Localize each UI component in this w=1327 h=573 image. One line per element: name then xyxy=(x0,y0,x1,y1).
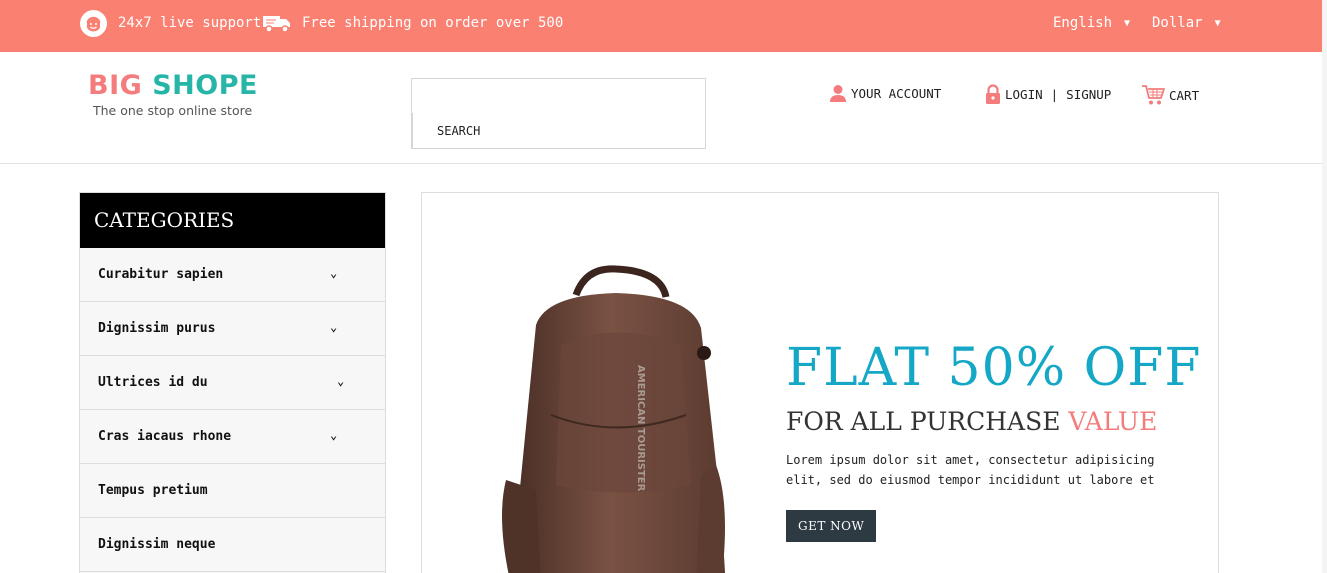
cart-icon xyxy=(1141,84,1165,106)
promo-subline: FOR ALL PURCHASE VALUE xyxy=(786,407,1157,436)
cart-link[interactable]: CART xyxy=(1141,84,1199,106)
link-separator: | xyxy=(1050,86,1059,102)
your-account-link[interactable]: YOUR ACCOUNT xyxy=(829,84,941,102)
search-button[interactable]: SEARCH xyxy=(412,113,502,149)
language-select[interactable]: English ▼ xyxy=(1053,0,1130,46)
site-logo[interactable]: BIG SHOPE The one stop online store xyxy=(88,70,258,118)
subline-highlight: VALUE xyxy=(1068,407,1158,436)
category-item[interactable]: Dignissim neque xyxy=(80,518,385,572)
search-input[interactable] xyxy=(412,79,705,113)
chevron-down-icon[interactable]: ⌄ xyxy=(330,266,337,280)
logo-tagline: The one stop online store xyxy=(93,103,253,118)
category-label: Dignissim purus xyxy=(98,321,216,336)
page-scrollbar[interactable] xyxy=(1322,0,1327,573)
signup-link[interactable]: SIGNUP xyxy=(1066,87,1111,102)
currency-label: Dollar xyxy=(1152,15,1203,31)
promo-banner: AMERICAN TOURISTER FLAT 50% OFF FOR ALL … xyxy=(421,192,1219,573)
get-now-button[interactable]: GET NOW xyxy=(786,510,877,542)
chevron-down-icon[interactable]: ⌄ xyxy=(337,374,344,388)
category-item[interactable]: Dignissim purus ⌄ xyxy=(80,302,385,356)
site-header: BIG SHOPE The one stop online store SEAR… xyxy=(0,52,1322,164)
category-item[interactable]: Cras iacaus rhone ⌄ xyxy=(80,410,385,464)
category-label: Cras iacaus rhone xyxy=(98,429,232,444)
category-label: Curabitur sapien xyxy=(98,267,224,282)
language-label: English xyxy=(1053,15,1113,31)
category-label: Ultrices id du xyxy=(98,375,208,390)
caret-down-icon: ▼ xyxy=(1214,17,1221,29)
account-label: YOUR ACCOUNT xyxy=(851,85,942,101)
logo-part-shope: SHOPE xyxy=(152,70,258,101)
promo-headline: FLAT 50% OFF xyxy=(786,338,1202,398)
category-item[interactable]: Tempus pretium xyxy=(80,464,385,518)
cart-label: CART xyxy=(1169,87,1200,103)
lock-icon xyxy=(985,84,1001,104)
support-text: 24x7 live support xyxy=(118,15,262,31)
category-label: Dignissim neque xyxy=(98,537,216,552)
truck-icon xyxy=(262,13,292,33)
login-link[interactable]: LOGIN xyxy=(1005,87,1043,102)
chevron-down-icon[interactable]: ⌄ xyxy=(330,428,337,442)
categories-panel: CATEGORIES Curabitur sapien ⌄ Dignissim … xyxy=(79,192,386,573)
top-bar: 24x7 live support Free shipping on order… xyxy=(0,0,1322,52)
free-shipping: Free shipping on order over 500 xyxy=(262,0,563,46)
user-icon xyxy=(829,84,847,102)
category-item[interactable]: Ultrices id du ⌄ xyxy=(80,356,385,410)
logo-title: BIG SHOPE xyxy=(88,70,258,102)
shipping-text: Free shipping on order over 500 xyxy=(302,15,564,31)
logo-part-big: BIG xyxy=(88,70,143,101)
categories-title: CATEGORIES xyxy=(80,193,385,248)
backpack-image: AMERICAN TOURISTER xyxy=(466,265,746,573)
chevron-down-icon[interactable]: ⌄ xyxy=(330,320,337,334)
live-support[interactable]: 24x7 live support xyxy=(79,0,261,46)
headset-icon xyxy=(79,9,108,38)
subline-main: FOR ALL PURCHASE xyxy=(786,407,1061,436)
promo-description: Lorem ipsum dolor sit amet, consectetur … xyxy=(786,453,1155,487)
currency-select[interactable]: Dollar ▼ xyxy=(1152,0,1221,46)
search-form: SEARCH xyxy=(411,78,706,149)
category-item[interactable]: Curabitur sapien ⌄ xyxy=(80,248,385,302)
caret-down-icon: ▼ xyxy=(1124,17,1131,29)
category-label: Tempus pretium xyxy=(98,483,208,498)
login-signup-links: LOGIN | SIGNUP xyxy=(985,84,1111,104)
product-brand-text: AMERICAN TOURISTER xyxy=(635,365,646,492)
